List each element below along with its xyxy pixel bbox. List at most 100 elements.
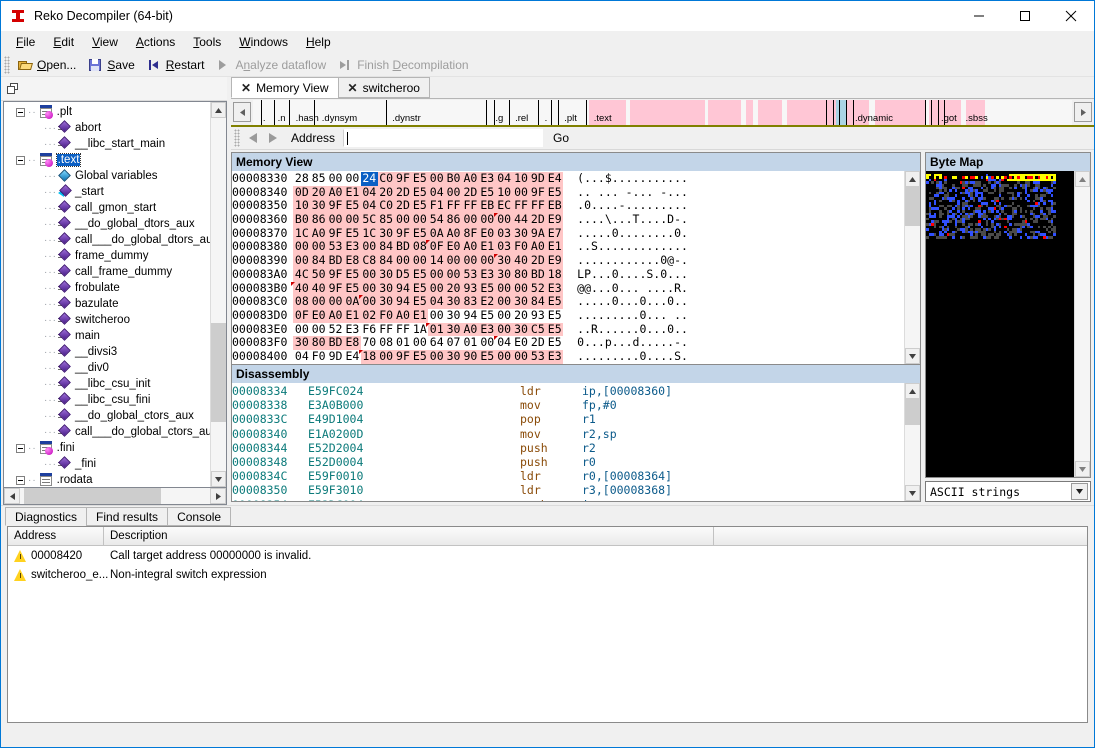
hex-byte[interactable]: E0 bbox=[513, 336, 530, 350]
hex-byte[interactable]: 00 bbox=[411, 212, 429, 227]
hex-byte[interactable]: E3 bbox=[478, 171, 496, 186]
hex-byte[interactable]: BD bbox=[327, 336, 344, 350]
hex-byte[interactable]: 2D bbox=[394, 199, 412, 214]
hex-area[interactable]: 00008330 28 85 00 00 24 C0 9F E5 00 B0 A0 E3 04 10 9D E4… bbox=[232, 171, 920, 364]
hex-byte[interactable]: E3 bbox=[478, 267, 496, 282]
hex-byte[interactable]: 28 bbox=[293, 171, 310, 186]
hex-byte[interactable]: 85 bbox=[377, 212, 395, 227]
hex-byte[interactable]: E5 bbox=[411, 294, 429, 309]
hex-byte[interactable]: 04 bbox=[495, 171, 513, 186]
hex-byte[interactable]: 30 bbox=[293, 336, 311, 350]
hex-byte[interactable]: 08 bbox=[378, 336, 395, 350]
hex-byte[interactable]: 40 bbox=[291, 281, 311, 296]
hex-byte[interactable]: E9 bbox=[546, 212, 564, 227]
hex-bytes[interactable]: 10 30 9F E5 04 C0 2D E5 F1 FF FF EB EC FF FF EB bbox=[293, 199, 564, 214]
menu-tools[interactable]: Tools bbox=[184, 32, 230, 52]
hex-byte[interactable]: 2D bbox=[529, 212, 547, 227]
segment-block[interactable] bbox=[708, 100, 742, 125]
hex-byte[interactable]: E5 bbox=[411, 349, 429, 364]
hex-byte[interactable]: FF bbox=[512, 199, 530, 214]
hex-byte[interactable]: E3 bbox=[344, 322, 361, 337]
hex-byte[interactable]: 70 bbox=[361, 336, 378, 350]
hex-row[interactable]: 000083D0 0F E0 A0 E1 02 F0 A0 E1 00 30 94 E5 00 20 93 E5… bbox=[232, 308, 904, 323]
hex-byte[interactable]: 30 bbox=[377, 267, 395, 282]
maximize-button[interactable] bbox=[1002, 1, 1048, 31]
tree-item--div0[interactable]: ··· __div0 bbox=[4, 360, 210, 376]
hex-byte[interactable]: 44 bbox=[512, 212, 530, 227]
hex-byte[interactable]: 52 bbox=[529, 281, 547, 296]
hex-byte[interactable]: 01 bbox=[462, 336, 479, 350]
tree-item--rodata[interactable]: ·· .rodata bbox=[4, 472, 210, 487]
hex-byte[interactable]: 94 bbox=[394, 281, 412, 296]
hex-byte[interactable]: C0 bbox=[377, 199, 395, 214]
hex-bytes[interactable]: 0F E0 A0 E1 02 F0 A0 E1 00 30 94 E5 00 20 93 E5 bbox=[293, 308, 563, 323]
tab-find-results[interactable]: Find results bbox=[86, 507, 169, 526]
hex-byte[interactable]: 02 bbox=[360, 308, 378, 323]
hex-byte[interactable]: 30 bbox=[493, 253, 513, 268]
hex-byte[interactable]: FF bbox=[529, 199, 547, 214]
hex-byte[interactable]: 9F bbox=[327, 226, 344, 241]
hex-byte[interactable]: 20 bbox=[445, 281, 462, 296]
hex-byte[interactable]: 30 bbox=[377, 294, 395, 309]
hex-bytes[interactable]: 00 00 52 E3 F6 FF FF 1A 01 30 A0 E3 00 30 C5 E5 bbox=[293, 322, 564, 337]
addressbar-grip[interactable] bbox=[234, 129, 240, 147]
hex-byte[interactable]: 0F bbox=[293, 308, 311, 323]
hex-bytes[interactable]: 04 F0 9D E4 18 00 9F E5 00 30 90 E5 00 00 53 E3 bbox=[293, 349, 564, 364]
hex-byte[interactable]: 00 bbox=[428, 171, 446, 186]
hex-byte[interactable]: E0 bbox=[310, 308, 328, 323]
hex-byte[interactable]: 30 bbox=[512, 322, 530, 337]
menu-file[interactable]: FFileile bbox=[7, 32, 44, 52]
hex-byte[interactable]: 9D bbox=[529, 171, 547, 186]
hex-byte[interactable]: 18 bbox=[546, 267, 564, 282]
menu-actions[interactable]: Actions bbox=[127, 32, 184, 52]
hex-byte[interactable]: 9D bbox=[327, 349, 344, 364]
hex-byte[interactable]: 54 bbox=[428, 212, 446, 227]
menu-view[interactable]: View bbox=[83, 32, 127, 52]
hex-byte[interactable]: A0 bbox=[445, 226, 462, 241]
close-icon[interactable]: ✕ bbox=[241, 81, 251, 95]
hex-byte[interactable]: 2D bbox=[529, 253, 547, 268]
hex-byte[interactable]: E5 bbox=[343, 226, 361, 241]
hex-byte[interactable]: 4C bbox=[293, 267, 311, 282]
hex-byte[interactable]: 90 bbox=[461, 349, 479, 364]
scroll-track[interactable] bbox=[905, 187, 920, 348]
hex-byte[interactable]: A0 bbox=[327, 308, 344, 323]
hex-bytes[interactable]: 00 00 53 E3 00 84 BD 08 0F E0 A0 E1 03 F0 A0 E1 bbox=[293, 240, 564, 255]
hex-byte[interactable]: A0 bbox=[327, 185, 344, 200]
tree-item-bazulate[interactable]: ··· bazulate bbox=[4, 296, 210, 312]
hex-byte[interactable]: 9F bbox=[327, 199, 344, 214]
hex-row[interactable]: 000083B0 40 40 9F E5 00 30 94 E5 00 20 93 E5 00 00 52 E3… bbox=[232, 281, 904, 296]
hex-byte[interactable]: F6 bbox=[361, 322, 378, 337]
hex-byte[interactable]: 04 bbox=[360, 185, 378, 200]
hex-byte[interactable]: 00 bbox=[343, 212, 361, 227]
hex-byte[interactable]: EB bbox=[546, 199, 564, 214]
hex-byte[interactable]: 00 bbox=[461, 253, 479, 268]
hex-byte[interactable]: 94 bbox=[462, 308, 479, 323]
scroll-track[interactable] bbox=[211, 118, 226, 471]
hex-byte[interactable]: 94 bbox=[394, 294, 412, 309]
hex-byte[interactable]: 93 bbox=[461, 281, 479, 296]
tree-item-call-frame-dummy[interactable]: ··· call_frame_dummy bbox=[4, 264, 210, 280]
hex-byte[interactable]: BD bbox=[327, 253, 344, 268]
diagnostics-row[interactable]: 00008420 Call target address 00000000 is … bbox=[8, 546, 1087, 565]
hex-byte[interactable]: 84 bbox=[310, 253, 328, 268]
hex-byte[interactable]: 00 bbox=[411, 253, 429, 268]
hex-byte[interactable]: 00 bbox=[428, 308, 445, 323]
hex-byte[interactable]: 00 bbox=[493, 212, 513, 227]
hex-byte[interactable]: BD bbox=[529, 267, 547, 282]
hex-byte[interactable]: 00 bbox=[512, 349, 530, 364]
hscroll-track[interactable] bbox=[20, 488, 210, 504]
hex-byte[interactable]: E1 bbox=[411, 308, 429, 323]
disassembly-row[interactable]: 00008338 E3A0B000 mov fp,#0 bbox=[232, 398, 904, 412]
hex-row[interactable]: 000083F0 30 80 BD E8 70 08 01 00 64 07 01 00 04 E0 2D E5… bbox=[232, 336, 904, 350]
disassembly-row[interactable]: 0000834C E59F0010 ldr r0,[00008364] bbox=[232, 469, 904, 483]
hex-byte[interactable]: 2D bbox=[461, 185, 479, 200]
hex-byte[interactable]: D5 bbox=[394, 267, 412, 282]
hex-byte[interactable]: E2 bbox=[478, 294, 496, 309]
hex-byte[interactable]: 07 bbox=[445, 336, 462, 350]
hex-byte[interactable]: FF bbox=[378, 322, 395, 337]
segment-block[interactable] bbox=[629, 100, 706, 125]
tree-item--fini[interactable]: ··· _fini bbox=[4, 456, 210, 472]
hex-byte[interactable]: 18 bbox=[358, 349, 378, 364]
hex-byte[interactable]: E5 bbox=[411, 281, 429, 296]
